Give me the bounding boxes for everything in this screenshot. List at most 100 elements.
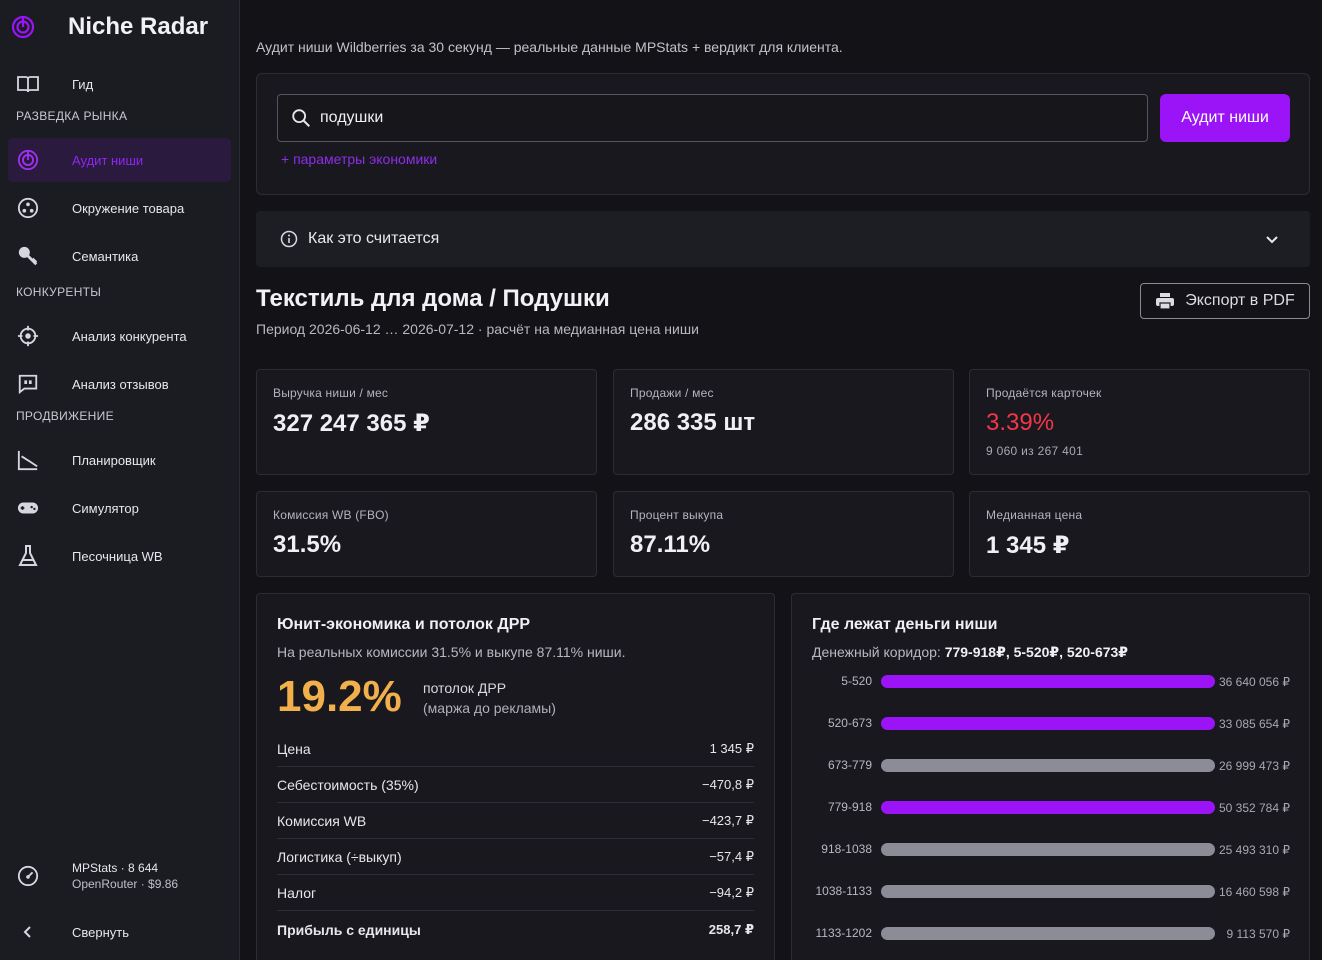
info-icon xyxy=(280,230,298,248)
app-title: Niche Radar xyxy=(68,13,209,40)
table-row: Себестоимость (35%) −470,8 ₽ xyxy=(277,767,754,803)
section-label-promotion: ПРОДВИЖЕНИЕ xyxy=(16,409,114,423)
bar xyxy=(881,843,1215,856)
section-label-market: РАЗВЕДКА РЫНКА xyxy=(16,109,128,123)
search-icon xyxy=(290,107,312,129)
metric-value: 1 345 ₽ xyxy=(986,532,1070,559)
corridor-value: 779-918₽, 5-520₽, 520-673₽ xyxy=(944,644,1129,660)
row-label: Прибыль с единицы xyxy=(277,922,421,938)
audit-button[interactable]: Аудит ниши xyxy=(1160,94,1290,142)
bar-row: 1133-1202 9 113 570 ₽ xyxy=(792,924,1310,960)
metric-value: 286 335 шт xyxy=(630,409,756,436)
cluster-icon xyxy=(16,196,40,220)
table-row: Логистика (÷выкуп) −57,4 ₽ xyxy=(277,839,754,875)
metric-value: 31.5% xyxy=(273,531,342,558)
sidebar-item-label: Анализ отзывов xyxy=(72,376,169,392)
row-value: 1 345 ₽ xyxy=(709,740,754,756)
metric-card-median-price: Медианная цена 1 345 ₽ xyxy=(969,491,1310,577)
sidebar-item-semantics[interactable]: Семантика xyxy=(0,232,239,280)
how-it-works-accordion[interactable]: Как это считается xyxy=(256,211,1310,267)
bar xyxy=(881,759,1215,772)
search-box[interactable] xyxy=(277,94,1148,142)
metric-label: Процент выкупа xyxy=(630,508,724,522)
drr-caption: потолок ДРР (маржа до рекламы) xyxy=(423,678,556,718)
bar-category-label: 5-520 xyxy=(841,674,872,688)
sidebar-item-planner[interactable]: Планировщик xyxy=(0,436,239,484)
table-row-total: Прибыль с единицы 258,7 ₽ xyxy=(277,911,754,949)
target-icon xyxy=(16,324,40,348)
api-balance[interactable]: MPStats · 8 644 OpenRouter · $9.86 xyxy=(0,848,240,904)
gauge-icon xyxy=(16,864,40,888)
row-label: Комиссия WB xyxy=(277,812,367,829)
metric-value: 87.11% xyxy=(630,531,711,558)
unit-economics-panel: Юнит-экономика и потолок ДРР На реальных… xyxy=(256,593,775,960)
bar-category-label: 673-779 xyxy=(827,758,872,772)
bar xyxy=(881,885,1215,898)
metric-label: Медианная цена xyxy=(986,508,1083,522)
metric-card-sales: Продажи / мес 286 335 шт xyxy=(613,369,954,475)
sidebar-item-label: Семантика xyxy=(72,248,139,264)
sidebar-item-label: Окружение товара xyxy=(72,200,185,216)
printer-icon xyxy=(1155,292,1175,310)
metric-card-revenue: Выручка ниши / мес 327 247 365 ₽ xyxy=(256,369,597,475)
row-value: 258,7 ₽ xyxy=(708,922,754,937)
mpstats-balance: MPStats · 8 644 xyxy=(72,861,159,875)
drr-note: (маржа до рекламы) xyxy=(423,700,556,716)
collapse-label: Свернуть xyxy=(72,924,130,940)
sidebar-item-sandbox[interactable]: Песочница WB xyxy=(0,532,239,580)
niche-title: Текстиль для дома / Подушки xyxy=(256,285,610,312)
row-label: Цена xyxy=(277,740,311,757)
metric-sub: 9 060 из 267 401 xyxy=(986,444,1084,458)
row-value: −57,4 ₽ xyxy=(709,848,754,864)
bar-row: 520-673 33 085 654 ₽ xyxy=(792,714,1310,756)
flask-icon xyxy=(16,544,40,568)
metric-value: 3.39% xyxy=(986,409,1055,436)
unit-economics-subtitle: На реальных комиссии 31.5% и выкупе 87.1… xyxy=(277,644,626,660)
sidebar-item-label: Песочница WB xyxy=(72,548,163,564)
bar xyxy=(881,801,1215,814)
collapse-button[interactable]: Свернуть xyxy=(0,904,240,960)
bar-category-label: 779-918 xyxy=(827,800,872,814)
bar-value-label: 33 085 654 ₽ xyxy=(1218,717,1290,731)
unit-economics-title: Юнит-экономика и потолок ДРР xyxy=(277,616,531,633)
bar-value-label: 36 640 056 ₽ xyxy=(1218,675,1290,689)
chevron-down-icon xyxy=(1262,229,1282,249)
radar-icon xyxy=(16,148,40,172)
reviews-icon xyxy=(16,372,40,396)
search-key-icon xyxy=(16,244,40,268)
bar xyxy=(881,717,1215,730)
bar-value-label: 25 493 310 ₽ xyxy=(1218,843,1290,857)
page-subtitle: Аудит ниши Wildberries за 30 секунд — ре… xyxy=(256,39,843,55)
metric-value: 327 247 365 ₽ xyxy=(273,410,430,437)
how-it-works-label: Как это считается xyxy=(308,230,440,247)
chart-line-icon xyxy=(16,448,40,472)
table-row: Комиссия WB −423,7 ₽ xyxy=(277,803,754,839)
sidebar-item-simulator[interactable]: Симулятор xyxy=(0,484,239,532)
bar xyxy=(881,675,1215,688)
bar-row: 1038-1133 16 460 598 ₽ xyxy=(792,882,1310,924)
sidebar-item-niche-audit[interactable]: Аудит ниши xyxy=(8,138,231,182)
metric-label: Продажи / мес xyxy=(630,386,714,400)
corridor-label: Денежный коридор: xyxy=(812,644,941,660)
gamepad-icon xyxy=(16,496,40,520)
unit-economics-table: Цена 1 345 ₽ Себестоимость (35%) −470,8 ₽ … xyxy=(277,731,754,949)
export-pdf-button[interactable]: Экспорт в PDF xyxy=(1140,283,1310,319)
metric-card-selling-cards: Продаётся карточек 3.39% 9 060 из 267 40… xyxy=(969,369,1310,475)
radar-logo-icon xyxy=(10,14,36,40)
sidebar-item-label: Планировщик xyxy=(72,452,156,468)
table-row: Цена 1 345 ₽ xyxy=(277,731,754,767)
row-label: Логистика (÷выкуп) xyxy=(277,848,402,865)
bar-category-label: 520-673 xyxy=(827,716,872,730)
sidebar-item-product-surroundings[interactable]: Окружение товара xyxy=(0,184,239,232)
niche-period: Период 2026-06-12 … 2026-07-12 · расчёт … xyxy=(256,321,699,337)
table-row: Налог −94,2 ₽ xyxy=(277,875,754,911)
sidebar-item-competitor-analysis[interactable]: Анализ конкурента xyxy=(0,312,239,360)
bar-value-label: 26 999 473 ₽ xyxy=(1218,759,1290,773)
money-corridor: Денежный коридор: 779-918₽, 5-520₽, 520-… xyxy=(812,644,1128,661)
bar-row: 5-520 36 640 056 ₽ xyxy=(792,672,1310,714)
money-title: Где лежат деньги ниши xyxy=(812,616,998,633)
row-value: −470,8 ₽ xyxy=(701,776,754,792)
search-input[interactable] xyxy=(320,109,1147,127)
economics-params-link[interactable]: + параметры экономики xyxy=(281,151,437,167)
book-icon xyxy=(16,72,40,96)
